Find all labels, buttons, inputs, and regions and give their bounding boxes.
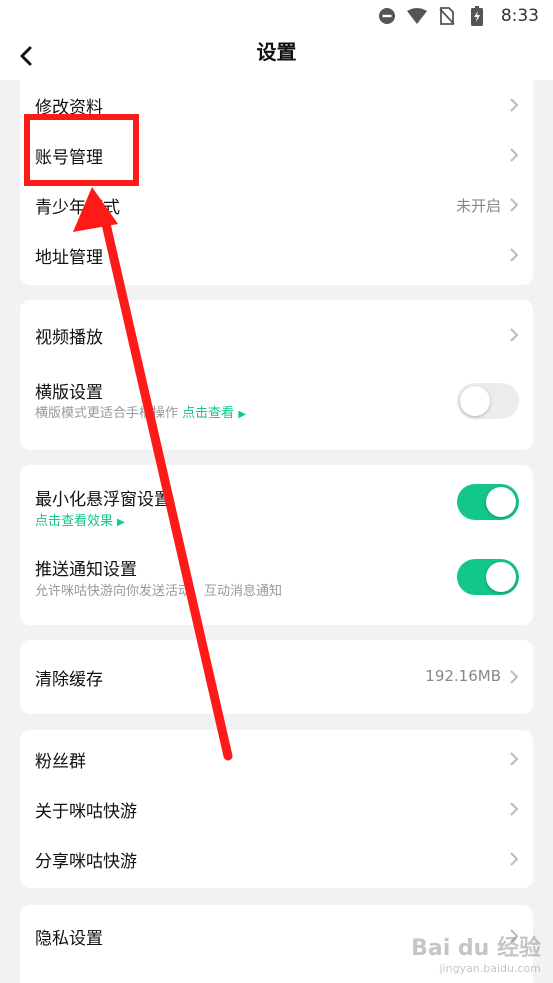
landscape-settings-label: 横版设置 xyxy=(35,383,103,403)
baidu-jingyan-watermark: Bai du 经验 jingyan.baidu.com xyxy=(411,930,541,975)
landscape-desc-text: 横版模式更适合手柄操作 xyxy=(35,406,179,421)
cache-card: 清除缓存 192.16MB xyxy=(20,640,533,714)
minimize-float-link[interactable]: 点击查看效果 ▶ xyxy=(35,510,125,529)
push-notification-description: 允许咪咕快游向你发送活动、互动消息通知 xyxy=(35,584,283,599)
push-notification-label: 推送通知设置 xyxy=(35,560,137,580)
minimize-link-label: 点击查看效果 xyxy=(35,514,114,529)
battery-icon xyxy=(467,6,487,26)
play-triangle-icon: ▶ xyxy=(117,517,125,528)
page-title: 设置 xyxy=(256,40,297,64)
teen-mode-label: 青少年模式 xyxy=(35,198,120,218)
about-card: 粉丝群 关于咪咕快游 分享咪咕快游 xyxy=(20,730,533,888)
privacy-settings-label: 隐私设置 xyxy=(35,929,103,949)
watermark-url: jingyan.baidu.com xyxy=(439,962,541,975)
notification-settings-card: 最小化悬浮窗设置 点击查看效果 ▶ 推送通知设置 允许咪咕快游向你发送活动、互动… xyxy=(20,465,533,625)
video-playback-label: 视频播放 xyxy=(35,328,103,348)
toggle-knob xyxy=(486,562,516,592)
status-bar: 8:33 xyxy=(0,0,553,32)
teen-mode-row[interactable]: 青少年模式 未开启 xyxy=(20,180,533,230)
minimize-float-toggle[interactable] xyxy=(457,484,519,520)
landscape-view-link[interactable]: 点击查看 ▶ xyxy=(182,406,246,421)
chevron-right-icon xyxy=(510,248,519,262)
fan-group-label: 粉丝群 xyxy=(35,752,86,772)
chevron-right-icon xyxy=(510,98,519,112)
about-app-label: 关于咪咕快游 xyxy=(35,802,137,822)
account-management-row[interactable]: 账号管理 xyxy=(20,130,533,180)
nav-bar: 设置 xyxy=(0,32,553,80)
account-management-label: 账号管理 xyxy=(35,148,103,168)
edit-profile-label: 修改资料 xyxy=(35,98,103,118)
play-triangle-icon: ▶ xyxy=(238,409,247,420)
about-app-row[interactable]: 关于咪咕快游 xyxy=(20,784,533,834)
share-app-row[interactable]: 分享咪咕快游 xyxy=(20,834,533,884)
video-playback-row[interactable]: 视频播放 xyxy=(20,308,533,358)
wifi-icon xyxy=(406,6,427,26)
push-notification-row: 推送通知设置 允许咪咕快游向你发送活动、互动消息通知 xyxy=(20,547,533,611)
landscape-settings-description: 横版模式更适合手柄操作 点击查看 ▶ xyxy=(35,402,246,421)
no-sim-icon xyxy=(437,6,457,26)
chevron-right-icon xyxy=(510,328,519,342)
clear-cache-label: 清除缓存 xyxy=(35,670,103,690)
teen-mode-status: 未开启 xyxy=(455,197,501,215)
status-time: 8:33 xyxy=(500,6,539,26)
address-management-label: 地址管理 xyxy=(35,248,103,268)
chevron-right-icon xyxy=(510,852,519,866)
landscape-link-label: 点击查看 xyxy=(182,406,235,421)
toggle-knob xyxy=(460,386,490,416)
chevron-right-icon xyxy=(510,752,519,766)
landscape-toggle[interactable] xyxy=(457,383,519,419)
watermark-logo: Bai du 经验 xyxy=(411,936,541,961)
toggle-knob xyxy=(486,487,516,517)
minimize-float-label: 最小化悬浮窗设置 xyxy=(35,490,171,510)
cache-size-value: 192.16MB xyxy=(425,667,501,685)
playback-settings-card: 视频播放 横版设置 横版模式更适合手柄操作 点击查看 ▶ xyxy=(20,300,533,450)
clear-cache-row[interactable]: 清除缓存 192.16MB xyxy=(20,652,533,702)
push-notification-toggle[interactable] xyxy=(457,559,519,595)
chevron-right-icon xyxy=(510,802,519,816)
chevron-right-icon xyxy=(510,670,519,684)
do-not-disturb-icon xyxy=(377,6,397,26)
share-app-label: 分享咪咕快游 xyxy=(35,852,137,872)
profile-settings-card: 修改资料 账号管理 青少年模式 未开启 地址管理 xyxy=(20,80,533,285)
fan-group-row[interactable]: 粉丝群 xyxy=(20,734,533,784)
chevron-right-icon xyxy=(510,148,519,162)
landscape-settings-row: 横版设置 横版模式更适合手柄操作 点击查看 ▶ xyxy=(20,370,533,434)
chevron-right-icon xyxy=(510,198,519,212)
address-management-row[interactable]: 地址管理 xyxy=(20,230,533,280)
minimize-float-row: 最小化悬浮窗设置 点击查看效果 ▶ xyxy=(20,477,533,541)
edit-profile-row[interactable]: 修改资料 xyxy=(20,80,533,130)
